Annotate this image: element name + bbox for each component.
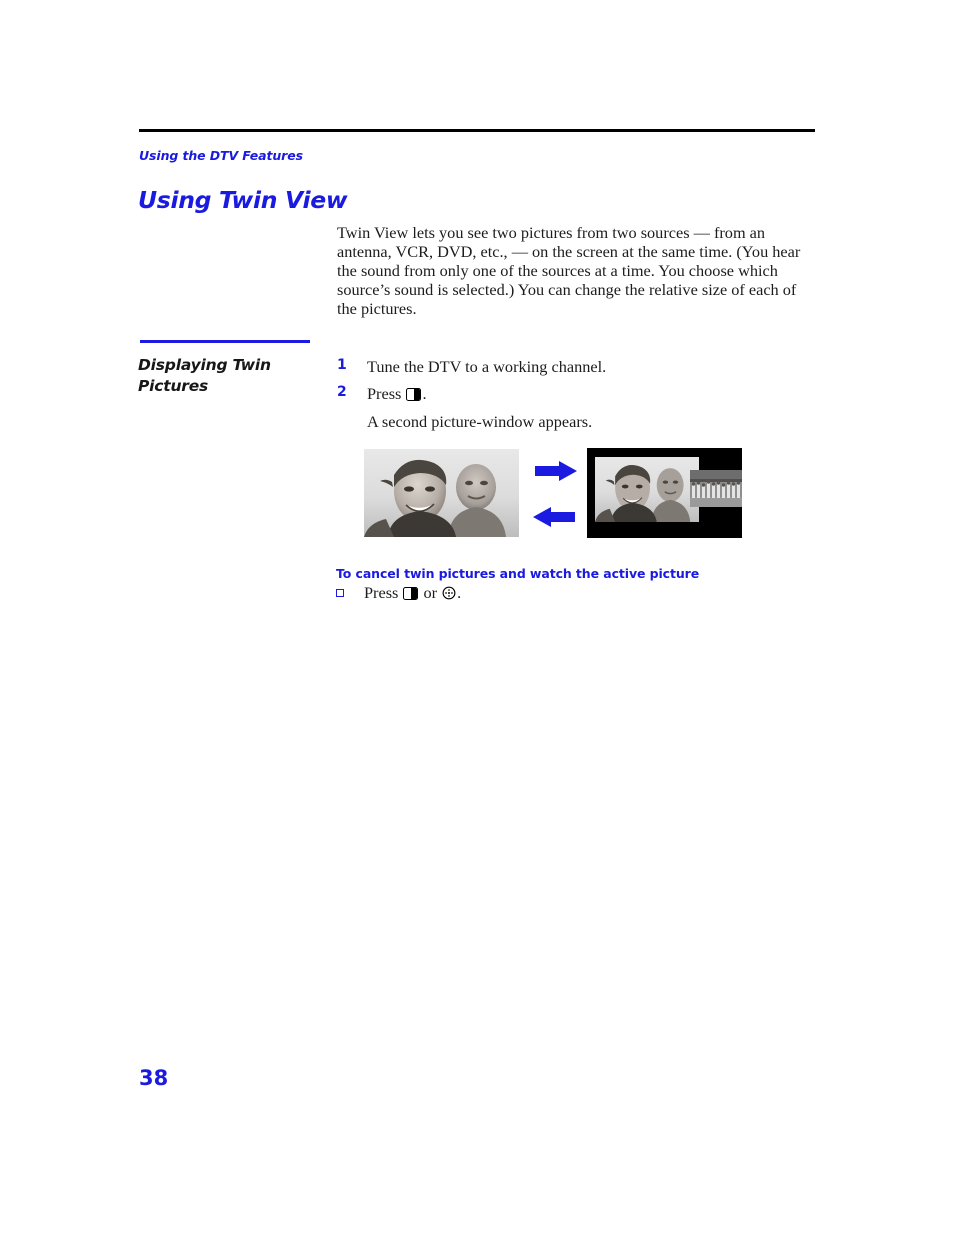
- photo-twin-picture: [587, 448, 742, 538]
- twin-view-split-icon: [406, 388, 422, 401]
- step-text: Press .: [367, 384, 817, 404]
- header-rule: [139, 129, 815, 132]
- step-number: 1: [337, 357, 347, 373]
- section-rule: [140, 340, 310, 343]
- step-note: A second picture-window appears.: [367, 412, 593, 431]
- arrow-right-icon: [535, 461, 577, 481]
- page-number: 38: [139, 1066, 169, 1090]
- cancel-text-between-icons: or: [419, 583, 442, 602]
- step-text-before-icon: Press: [367, 384, 406, 403]
- figure-arrows: [532, 454, 584, 534]
- list-item: 1 Tune the DTV to a working channel.: [337, 357, 817, 383]
- jump-circle-icon: [442, 586, 456, 600]
- running-head: Using the DTV Features: [139, 148, 303, 163]
- document-page: Using the DTV Features Using Twin View T…: [0, 0, 954, 1235]
- section-heading: Displaying Twin Pictures: [138, 356, 271, 395]
- main-picture-window: [595, 457, 699, 522]
- second-picture-window: [690, 470, 742, 507]
- photo-single-picture: [364, 449, 519, 537]
- cancel-text-after-icons: .: [457, 583, 462, 602]
- cancel-text-before-first-icon: Press: [364, 583, 403, 602]
- intro-paragraph: Twin View lets you see two pictures from…: [337, 223, 801, 319]
- list-item: 2 Press . A second picture-window appear…: [337, 384, 817, 432]
- page-title: Using Twin View: [138, 186, 348, 214]
- step-text: Tune the DTV to a working channel.: [367, 357, 607, 376]
- figure-twin-view: [364, 448, 744, 548]
- step-text-after-icon: .: [422, 384, 427, 403]
- hollow-square-bullet: [336, 589, 344, 597]
- arrow-left-icon: [533, 507, 575, 527]
- cancel-instruction-heading: To cancel twin pictures and watch the ac…: [336, 566, 700, 581]
- step-number: 2: [337, 384, 347, 400]
- cancel-instruction-item: Press or .: [336, 583, 461, 603]
- twin-view-split-icon: [403, 587, 419, 600]
- step-list: 1 Tune the DTV to a working channel. 2 P…: [337, 357, 817, 433]
